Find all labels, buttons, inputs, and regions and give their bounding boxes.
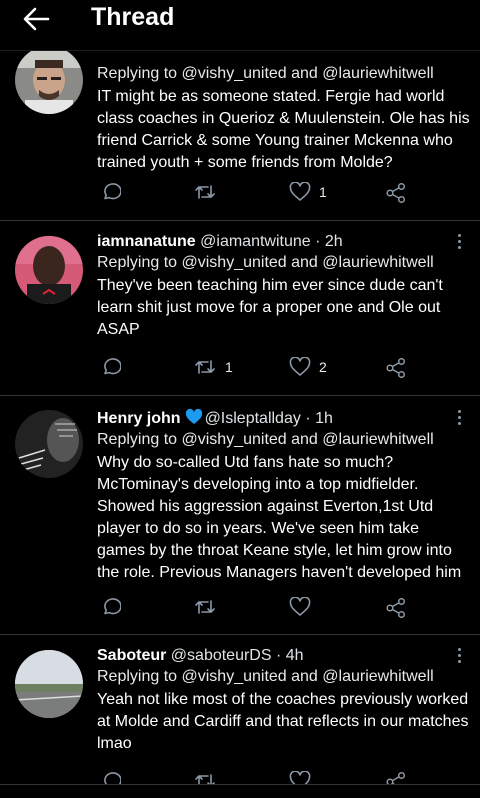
page-title: Thread	[91, 3, 175, 31]
tweet-author-line: Saboteur @saboteurDS · 4h	[97, 646, 470, 666]
reply-button[interactable]	[101, 597, 121, 617]
replying-to-label: Replying to	[97, 254, 182, 271]
replying-to: Replying to @vishy_united and @lauriewhi…	[97, 666, 470, 688]
reply-icon	[104, 598, 121, 615]
display-name[interactable]: Saboteur	[97, 647, 166, 664]
app-header: Thread	[0, 0, 480, 51]
mention-link[interactable]: @vishy_united	[182, 65, 287, 82]
tweet[interactable]: Henry john @Isleptallday · 1h Replying to…	[0, 396, 480, 635]
like-count: 1	[319, 184, 327, 200]
tweet-text: IT might be as someone stated. Fergie ha…	[97, 88, 470, 171]
replying-to: Replying to @vishy_united and @lauriewhi…	[97, 429, 470, 451]
tweet-time: · 4h	[275, 647, 304, 664]
share-button[interactable]	[385, 597, 407, 619]
replying-to-label: Replying to	[97, 668, 182, 685]
like-button[interactable]: 1	[289, 182, 327, 202]
share-button[interactable]	[385, 357, 407, 379]
mention-link[interactable]: @lauriewhitwell	[322, 254, 433, 271]
share-icon	[386, 597, 406, 619]
avatar[interactable]	[15, 410, 83, 478]
replying-and: and	[286, 254, 323, 271]
retweet-count: 1	[225, 359, 233, 375]
tweet[interactable]: Replying to @vishy_united and @lauriewhi…	[0, 36, 480, 221]
replying-and: and	[286, 431, 323, 448]
like-button[interactable]	[289, 597, 319, 617]
replying-to: Replying to @vishy_united and @lauriewhi…	[97, 63, 470, 85]
reply-button[interactable]	[101, 182, 121, 202]
share-icon	[386, 357, 406, 379]
share-icon	[386, 182, 406, 204]
like-icon	[289, 357, 311, 376]
like-count: 2	[319, 359, 327, 375]
reply-icon	[104, 358, 121, 375]
tweet-author-line: iamnanatune @iamantwitune · 2h	[97, 232, 470, 252]
retweet-button[interactable]	[193, 182, 225, 202]
more-icon[interactable]	[458, 410, 462, 428]
bottom-divider	[0, 784, 480, 798]
retweet-icon	[195, 185, 215, 199]
user-handle[interactable]: @iamantwitune	[200, 233, 311, 250]
tweet-text: They've been teaching him ever since dud…	[97, 277, 443, 338]
replying-to: Replying to @vishy_united and @lauriewhi…	[97, 252, 470, 274]
tweet[interactable]: iamnanatune @iamantwitune · 2h Replying …	[0, 221, 480, 396]
like-button[interactable]: 2	[289, 357, 327, 377]
mention-link[interactable]: @vishy_united	[182, 254, 287, 271]
user-handle[interactable]: @Isleptallday	[205, 410, 301, 427]
tweet-text: Why do so-called Utd fans hate so much? …	[97, 454, 462, 581]
back-arrow-icon[interactable]	[22, 6, 50, 32]
mention-link[interactable]: @lauriewhitwell	[322, 431, 433, 448]
more-icon[interactable]	[458, 234, 462, 252]
replying-and: and	[286, 65, 323, 82]
more-icon[interactable]	[458, 648, 462, 666]
display-name[interactable]: iamnanatune	[97, 233, 196, 250]
retweet-icon	[195, 360, 215, 374]
tweet-time: · 1h	[305, 410, 333, 427]
retweet-icon	[195, 600, 215, 614]
replying-and: and	[286, 668, 323, 685]
avatar[interactable]	[15, 236, 83, 304]
tweet[interactable]: Saboteur @saboteurDS · 4h Replying to @v…	[0, 635, 480, 793]
tweet-text: Yeah not like most of the coaches previo…	[97, 691, 469, 752]
mention-link[interactable]: @vishy_united	[182, 668, 287, 685]
share-button[interactable]	[385, 182, 407, 204]
display-name[interactable]: Henry john	[97, 410, 181, 427]
mention-link[interactable]: @lauriewhitwell	[322, 65, 433, 82]
avatar[interactable]	[15, 46, 83, 114]
user-handle[interactable]: @saboteurDS	[171, 647, 272, 664]
retweet-button[interactable]	[193, 597, 225, 617]
reply-icon	[104, 183, 121, 200]
like-icon	[289, 182, 311, 201]
reply-button[interactable]	[101, 357, 121, 377]
mention-link[interactable]: @vishy_united	[182, 431, 287, 448]
like-icon	[289, 597, 311, 616]
tweet-author-line: Henry john @Isleptallday · 1h	[97, 408, 470, 429]
tweet-time: · 2h	[315, 233, 343, 250]
verified-icon	[185, 408, 202, 424]
mention-link[interactable]: @lauriewhitwell	[322, 668, 433, 685]
avatar[interactable]	[15, 650, 83, 718]
replying-to-label: Replying to	[97, 431, 182, 448]
replying-to-label: Replying to	[97, 65, 182, 82]
retweet-button[interactable]: 1	[193, 357, 233, 377]
